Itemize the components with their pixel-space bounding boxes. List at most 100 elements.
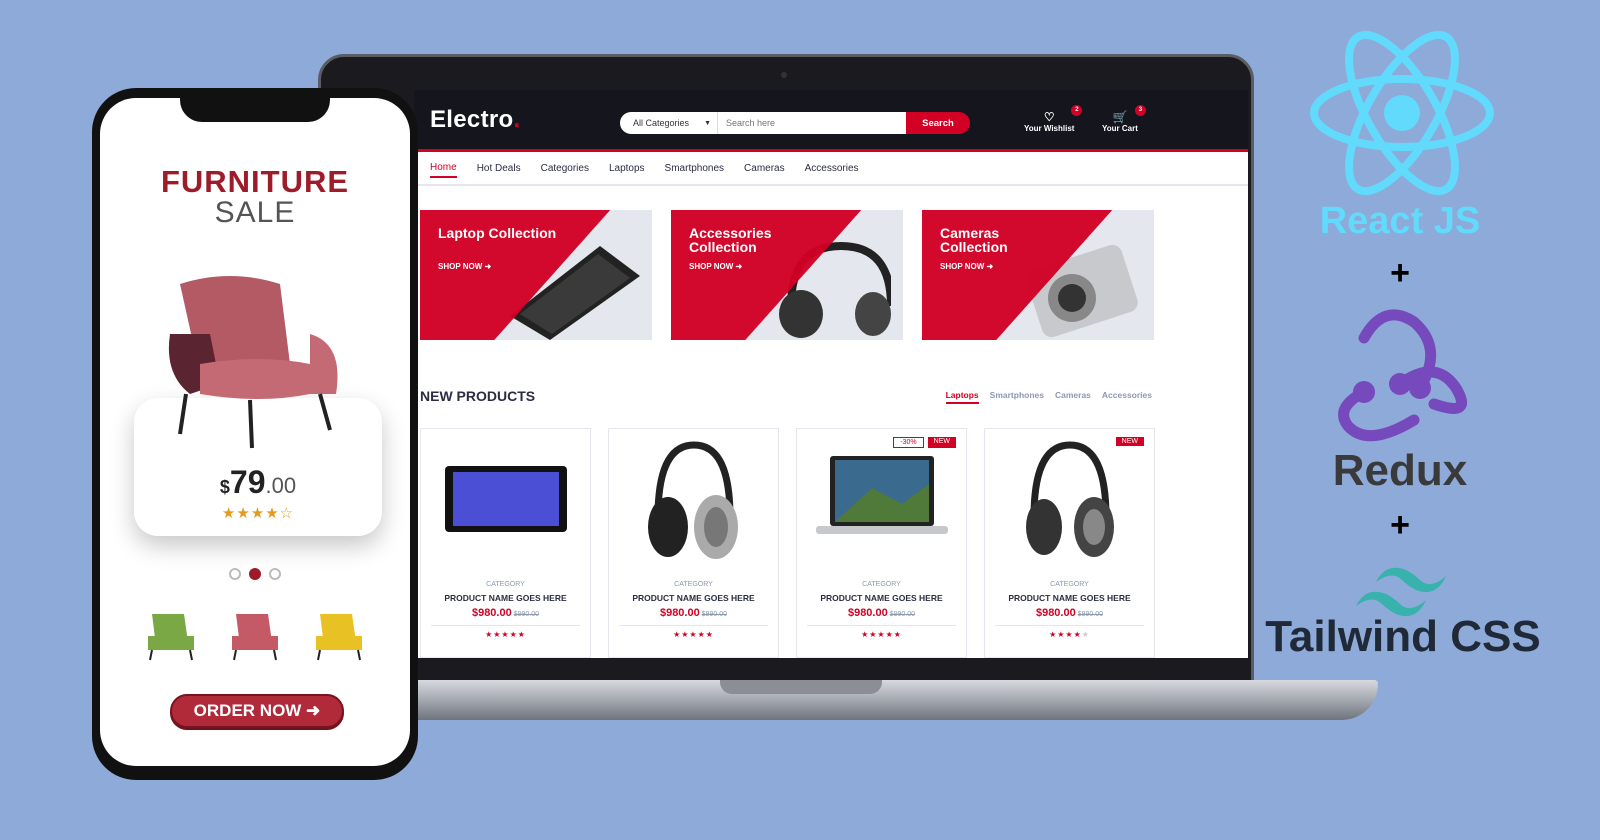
chair-thumbnail[interactable] (228, 606, 282, 662)
headphones-image (1025, 441, 1114, 557)
collection-title: Cameras Collection (940, 225, 1008, 255)
collection-title: Laptop Collection (438, 225, 557, 241)
product-price: $980.00 $990.00 (659, 607, 728, 619)
chair-thumbnail[interactable] (312, 606, 366, 662)
collection-cameras[interactable]: Cameras Collection SHOP NOW ➜ (922, 210, 1154, 340)
tailwind-label: Tailwind CSS (1265, 612, 1541, 661)
shop-now-link[interactable]: SHOP NOW ➜ (438, 262, 491, 271)
collection-laptop[interactable]: Laptop Collection SHOP NOW ➜ (420, 210, 652, 340)
tailwind-icon (1356, 567, 1446, 617)
product-name[interactable]: PRODUCT NAME GOES HERE (421, 593, 590, 603)
nav-cameras[interactable]: Cameras (744, 160, 785, 177)
nav-smartphones[interactable]: Smartphones (665, 160, 724, 177)
chair-thumbnail[interactable] (144, 606, 198, 662)
product-card[interactable]: -30% NEW CATEGORY PRODUCT NAME GOES HERE… (796, 428, 967, 658)
shop-now-link[interactable]: SHOP NOW ➜ (940, 262, 993, 271)
collection-accessories[interactable]: Accessories Collection SHOP NOW ➜ (671, 210, 903, 340)
wishlist-button[interactable]: ♡ 2 Your Wishlist (1024, 105, 1083, 133)
product-rating: ★★★★☆ (134, 504, 382, 522)
product-old-price: $990.00 (701, 611, 728, 618)
product-category: CATEGORY (486, 581, 525, 588)
cart-label: Your Cart (1102, 124, 1138, 133)
armchair-image (168, 276, 338, 449)
product-name[interactable]: PRODUCT NAME GOES HERE (609, 593, 778, 603)
cart-button[interactable]: 🛒 3 Your Cart (1102, 105, 1146, 133)
star-icon: ★ (236, 505, 251, 522)
nav-hot-deals[interactable]: Hot Deals (477, 160, 521, 177)
store-header: Electro. All Categories▼ Search ♡2 Your … (414, 90, 1248, 152)
cart-count-badge: 3 (1134, 105, 1146, 116)
cart-icon: 🛒 3 (1102, 105, 1146, 124)
product-old-price: $990.00 (889, 611, 916, 618)
phone-screen: FURNITURE SALE $79.00 ★★★★☆ ORDER NOW ➜ (100, 98, 410, 766)
product-name[interactable]: PRODUCT NAME GOES HERE (985, 593, 1154, 603)
carousel-dot[interactable] (269, 568, 281, 580)
carousel-dots (100, 568, 410, 580)
star-icon: ★ (877, 630, 886, 639)
main-nav: Home Hot Deals Categories Laptops Smartp… (414, 152, 1248, 186)
nav-accessories[interactable]: Accessories (805, 160, 859, 177)
star-icon: ★ (485, 630, 494, 639)
nav-home[interactable]: Home (430, 159, 457, 178)
store-screen: Electro. All Categories▼ Search ♡2 Your … (414, 90, 1248, 658)
star-icon: ★ (501, 630, 510, 639)
product-rating: ★★★★★ (619, 625, 768, 639)
star-icon: ★ (689, 630, 698, 639)
product-category: CATEGORY (1050, 581, 1089, 588)
shop-now-link[interactable]: SHOP NOW ➜ (689, 262, 742, 271)
product-card[interactable]: CATEGORY PRODUCT NAME GOES HERE $980.00 $… (608, 428, 779, 658)
tab-cameras[interactable]: Cameras (1055, 390, 1091, 404)
product-card[interactable]: NEW CATEGORY PRODUCT NAME GOES HERE $980… (984, 428, 1155, 658)
star-icon: ★ (893, 630, 902, 639)
tablet-image (444, 466, 567, 532)
caret-down-icon: ▼ (704, 119, 711, 127)
laptop-camera (781, 72, 787, 78)
nav-laptops[interactable]: Laptops (609, 160, 645, 177)
nav-categories[interactable]: Categories (541, 160, 589, 177)
star-icon: ★ (673, 630, 682, 639)
product-rating: ★★★★★ (995, 625, 1144, 639)
search-input[interactable] (718, 112, 906, 134)
sale-subtitle: SALE (214, 196, 296, 229)
product-labels: -30% NEW (893, 437, 956, 448)
sale-label: -30% (893, 437, 924, 448)
wishlist-count-badge: 2 (1071, 105, 1083, 116)
react-label: React JS (1319, 200, 1481, 242)
carousel-dot[interactable] (249, 568, 261, 580)
tab-laptops[interactable]: Laptops (945, 390, 979, 404)
phone-notch (180, 92, 330, 122)
heart-icon: ♡ 2 (1024, 105, 1083, 124)
product-labels: NEW (1115, 437, 1144, 446)
category-select[interactable]: All Categories ▼ (620, 112, 718, 134)
star-icon: ★ (509, 630, 518, 639)
collection-title: Accessories Collection (689, 225, 772, 255)
redux-icon (1338, 309, 1467, 442)
order-now-button[interactable]: ORDER NOW ➜ (170, 694, 344, 728)
product-card[interactable]: CATEGORY PRODUCT NAME GOES HERE $980.00 $… (420, 428, 591, 658)
laptop-image (815, 456, 948, 534)
plus-sign: + (1390, 506, 1410, 544)
product-category: CATEGORY (674, 581, 713, 588)
tab-accessories[interactable]: Accessories (1102, 390, 1152, 404)
react-icon (1310, 30, 1494, 196)
search-button[interactable]: Search (906, 112, 970, 134)
product-rating: ★★★★★ (431, 625, 580, 639)
star-icon: ☆ (279, 505, 295, 522)
store-logo[interactable]: Electro. (430, 106, 520, 134)
new-products-tabs: Laptops Smartphones Cameras Accessories (945, 390, 1152, 404)
product-price: $79.00 (219, 464, 297, 500)
product-rating: ★★★★★ (807, 625, 956, 639)
product-image (421, 429, 590, 569)
tab-smartphones[interactable]: Smartphones (990, 390, 1044, 404)
product-name[interactable]: PRODUCT NAME GOES HERE (797, 593, 966, 603)
product-image (797, 429, 966, 569)
carousel-dot[interactable] (229, 568, 241, 580)
new-label: NEW (927, 437, 956, 448)
product-price: $980.00 $990.00 (1035, 607, 1104, 619)
star-icon: ★ (1049, 630, 1058, 639)
product-image (985, 429, 1154, 569)
star-icon: ★ (1065, 630, 1074, 639)
color-thumbnails (144, 606, 366, 662)
product-price: $980.00 $990.00 (847, 607, 916, 619)
star-icon: ★ (1081, 630, 1090, 639)
